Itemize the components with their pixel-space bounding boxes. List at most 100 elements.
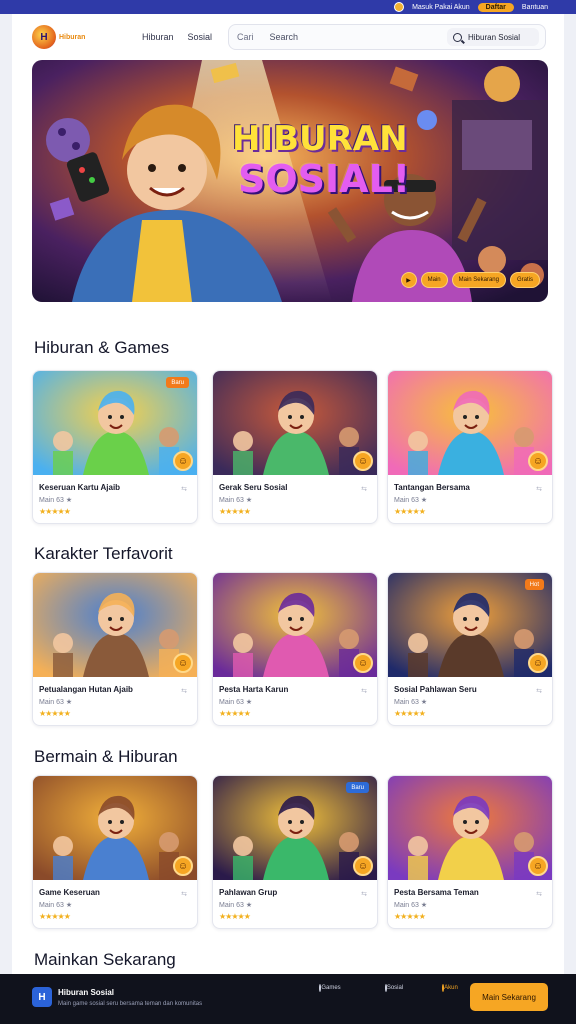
rating-stars: ★★★★★	[394, 709, 426, 718]
card-subtitle: Main 63 ★	[39, 497, 73, 504]
play-now-button[interactable]: Main Sekarang	[470, 983, 548, 1011]
play-icon[interactable]: ☺	[173, 451, 193, 471]
card-tag: Hot	[524, 579, 544, 590]
footer: H Hiburan Sosial Main game sosial seru b…	[0, 974, 576, 1024]
search-button[interactable]: Hiburan Sosial	[447, 28, 539, 46]
card-title: Game Keseruan	[39, 888, 100, 897]
nav-item-sosial[interactable]: Sosial	[188, 32, 213, 42]
section-title-3: Bermain & Hiburan	[34, 747, 178, 766]
share-icon[interactable]: ⇆	[181, 687, 187, 695]
card-title: Gerak Seru Sosial	[219, 483, 288, 492]
avatar[interactable]	[394, 2, 405, 12]
help-link[interactable]: Bantuan	[522, 4, 548, 11]
rating-stars: ★★★★★	[39, 912, 71, 921]
card-subtitle: Main 63 ★	[219, 497, 253, 504]
logo-text: Hiburan	[59, 33, 86, 41]
play-icon[interactable]: ☺	[173, 653, 193, 673]
card-title: Petualangan Hutan Ajaib	[39, 685, 133, 694]
logo[interactable]: H Hiburan	[32, 24, 90, 50]
game-card[interactable]: ☺ Gerak Seru Sosial ⇆ Main 63 ★ ★★★★★	[212, 370, 378, 524]
search-input[interactable]: Search	[270, 32, 299, 42]
card-row-3: ☺ Game Keseruan ⇆ Main 63 ★ ★★★★★ Baru ☺ Pahlaw…	[32, 775, 553, 931]
game-card[interactable]: ☺ Tantangan Bersama ⇆ Main 63 ★ ★★★★★	[387, 370, 553, 524]
footer-brand: Hiburan Sosial	[58, 988, 115, 997]
rating-stars: ★★★★★	[39, 709, 71, 718]
rating-stars: ★★★★★	[394, 507, 426, 516]
hero-title-line-2: SOSIAL!	[238, 157, 411, 201]
play-icon[interactable]: ☺	[353, 653, 373, 673]
footer-link-games[interactable]: Games	[312, 984, 348, 992]
card-subtitle: Main 63 ★	[394, 902, 428, 909]
share-icon[interactable]: ⇆	[361, 890, 367, 898]
card-subtitle: Main 63 ★	[394, 497, 428, 504]
card-title: Pahlawan Grup	[219, 888, 278, 897]
play-icon[interactable]: ☺	[173, 856, 193, 876]
game-card[interactable]: Baru ☺ Pahlawan Grup ⇆ Main 63 ★ ★★★★★	[212, 775, 378, 929]
card-subtitle: Main 63 ★	[219, 902, 253, 909]
card-row-2: ☺ Petualangan Hutan Ajaib ⇆ Main 63 ★ ★★★★★ ☺…	[32, 572, 553, 728]
main-nav: Hiburan Sosial	[142, 32, 212, 42]
share-icon[interactable]: ⇆	[361, 687, 367, 695]
play-icon[interactable]: ☺	[353, 856, 373, 876]
share-icon[interactable]: ⇆	[536, 485, 542, 493]
search-bar[interactable]: Cari Search Hiburan Sosial	[228, 24, 546, 50]
card-title: Tantangan Bersama	[394, 483, 470, 492]
search-button-label: Hiburan Sosial	[468, 32, 521, 42]
hero-action-2[interactable]: Main Sekarang	[451, 272, 506, 288]
game-card[interactable]: Baru ☺ Keseruan Kartu Ajaib ⇆ Main 63 ★ ★★★★★	[32, 370, 198, 524]
card-tag: Baru	[346, 782, 369, 793]
login-link[interactable]: Masuk Pakai Akun	[412, 4, 470, 11]
share-icon[interactable]: ⇆	[181, 890, 187, 898]
nav-item-hiburan[interactable]: Hiburan	[142, 32, 174, 42]
card-subtitle: Main 63 ★	[39, 902, 73, 909]
share-icon[interactable]: ⇆	[181, 485, 187, 493]
section-title-4: Mainkan Sekarang	[34, 950, 176, 969]
game-card[interactable]: ☺ Pesta Harta Karun ⇆ Main 63 ★ ★★★★★	[212, 572, 378, 726]
rating-stars: ★★★★★	[394, 912, 426, 921]
top-bar: Masuk Pakai Akun Daftar Bantuan	[0, 0, 576, 14]
game-card[interactable]: Hot ☺ Sosial Pahlawan Seru ⇆ Main 63 ★ ★★★★★	[387, 572, 553, 726]
footer-link-sosial[interactable]: Sosial	[376, 984, 412, 992]
hero-banner[interactable]: HIBURAN SOSIAL! ▶ Main Main Sekarang Gra…	[32, 60, 548, 302]
hero-play-icon[interactable]: ▶	[400, 272, 417, 288]
card-subtitle: Main 63 ★	[219, 699, 253, 706]
rating-stars: ★★★★★	[219, 709, 251, 718]
game-card[interactable]: ☺ Pesta Bersama Teman ⇆ Main 63 ★ ★★★★★	[387, 775, 553, 929]
game-card[interactable]: ☺ Game Keseruan ⇆ Main 63 ★ ★★★★★	[32, 775, 198, 929]
game-card[interactable]: ☺ Petualangan Hutan Ajaib ⇆ Main 63 ★ ★★★★★	[32, 572, 198, 726]
rating-stars: ★★★★★	[39, 507, 71, 516]
hero-action-3[interactable]: Gratis	[509, 272, 540, 288]
card-title: Keseruan Kartu Ajaib	[39, 483, 121, 492]
card-tag: Baru	[166, 377, 189, 388]
rating-stars: ★★★★★	[219, 507, 251, 516]
play-icon[interactable]: ☺	[528, 856, 548, 876]
footer-link-label: Akun	[444, 985, 458, 991]
hero-title: HIBURAN SOSIAL!	[232, 122, 410, 198]
search-scope: Cari	[237, 32, 254, 42]
share-icon[interactable]: ⇆	[536, 687, 542, 695]
rating-stars: ★★★★★	[219, 912, 251, 921]
share-icon[interactable]: ⇆	[536, 890, 542, 898]
footer-description: Main game sosial seru bersama teman dan …	[58, 1001, 203, 1007]
card-subtitle: Main 63 ★	[394, 699, 428, 706]
card-title: Pesta Bersama Teman	[394, 888, 479, 897]
play-icon[interactable]: ☺	[528, 451, 548, 471]
play-icon[interactable]: ☺	[353, 451, 373, 471]
card-title: Sosial Pahlawan Seru	[394, 685, 477, 694]
hero-action-1[interactable]: Main	[420, 272, 448, 288]
card-row-1: Baru ☺ Keseruan Kartu Ajaib ⇆ Main 63 ★ ★★★★★…	[32, 370, 553, 526]
footer-link-label: Games	[321, 985, 341, 991]
card-subtitle: Main 63 ★	[39, 699, 73, 706]
search-icon	[453, 32, 462, 42]
header: H Hiburan Hiburan Sosial Cari Search Hib…	[12, 14, 564, 60]
hero-title-line-1: HIBURAN	[232, 119, 408, 159]
footer-link-akun[interactable]: Akun	[432, 984, 468, 992]
play-icon[interactable]: ☺	[528, 653, 548, 673]
section-title-1: Hiburan & Games	[34, 338, 170, 357]
card-title: Pesta Harta Karun	[219, 685, 289, 694]
hero-actions: ▶ Main Main Sekarang Gratis	[400, 272, 540, 288]
footer-logo[interactable]: H	[32, 987, 52, 1007]
register-button[interactable]: Daftar	[477, 2, 514, 12]
logo-badge: H	[32, 25, 56, 49]
share-icon[interactable]: ⇆	[361, 485, 367, 493]
